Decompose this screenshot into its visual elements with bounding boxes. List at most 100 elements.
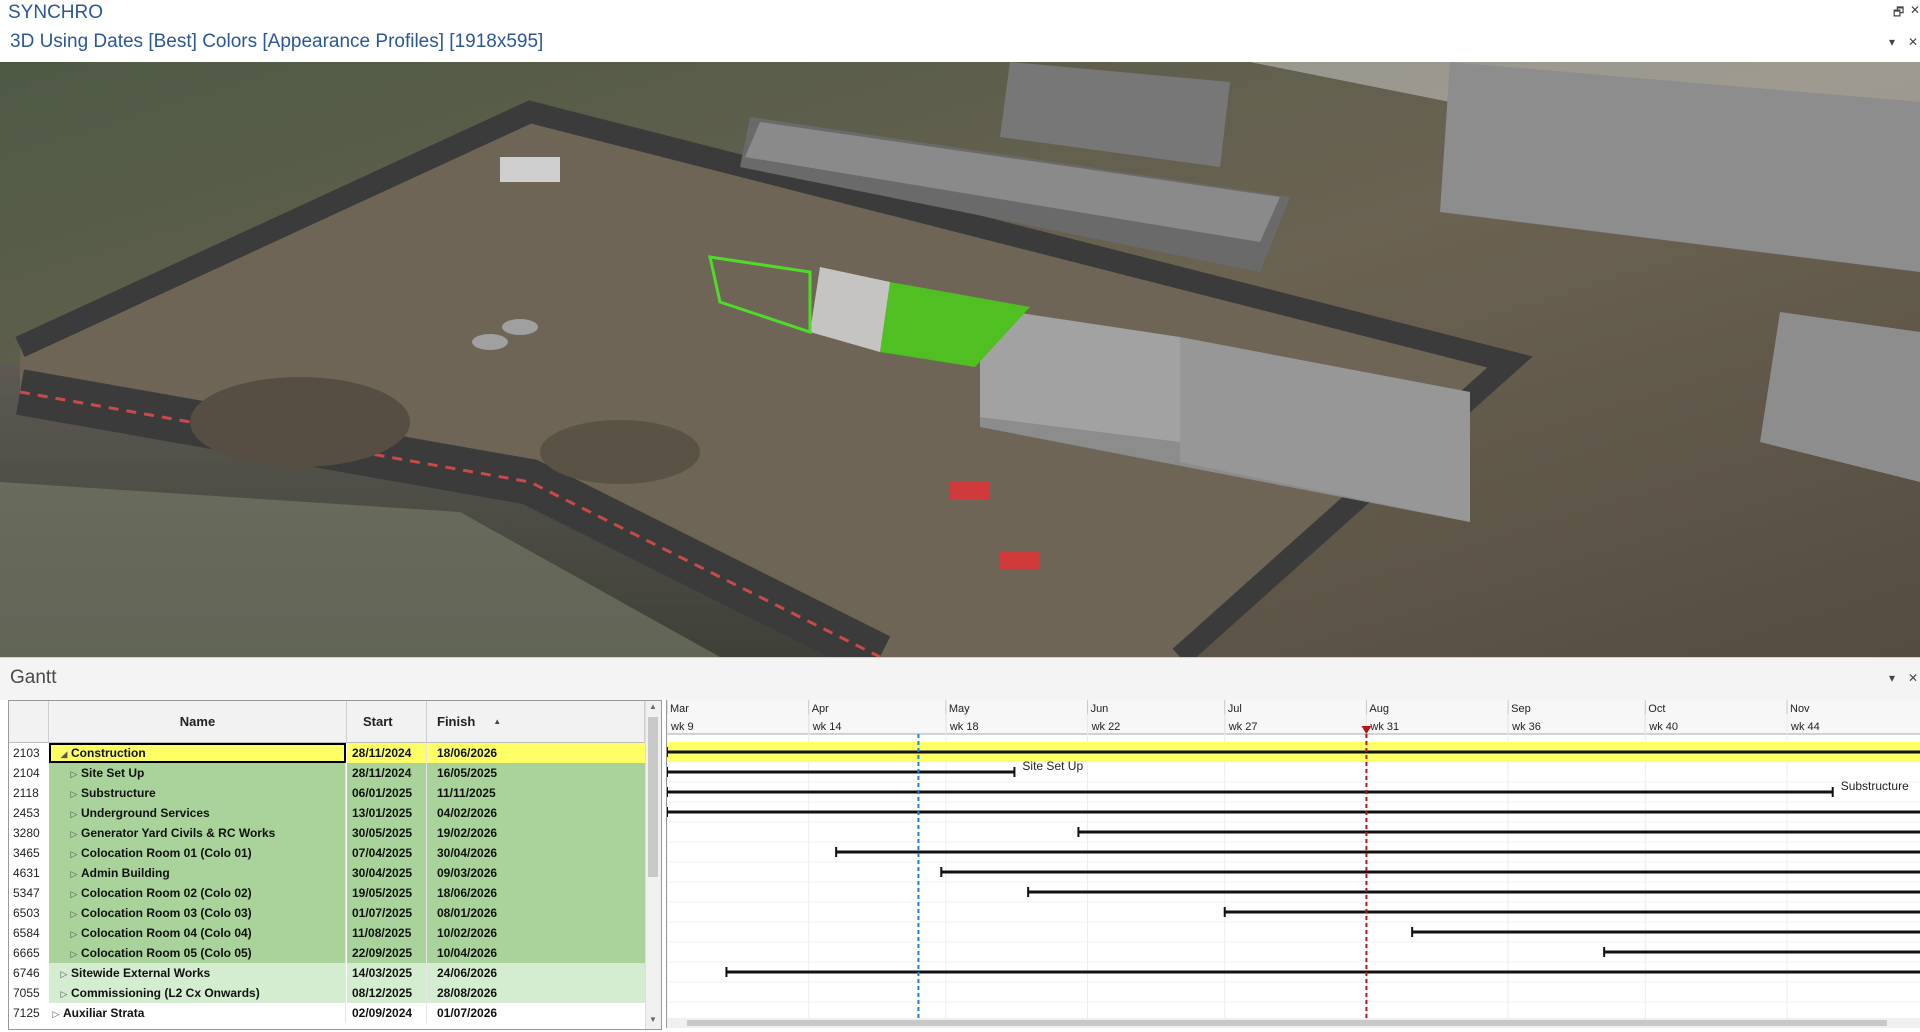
task-start: 30/04/2025 <box>347 863 427 883</box>
task-finish: 19/02/2026 <box>427 823 645 843</box>
task-id: 7055 <box>9 983 49 1003</box>
table-row[interactable]: 3465 ▷ Colocation Room 01 (Colo 01) 07/04/2… <box>9 843 645 863</box>
viewport-3d[interactable] <box>0 62 1920 657</box>
view3d-title: 3D Using Dates [Best] Colors [Appearance… <box>10 31 544 52</box>
task-name-cell[interactable]: ▷ Colocation Room 02 (Colo 02) <box>49 883 346 903</box>
sort-ascending-icon[interactable]: ▲ <box>493 717 501 726</box>
task-name-cell[interactable]: ▷ Underground Services <box>49 803 346 823</box>
task-name: Sitewide External Works <box>71 966 211 980</box>
task-start: 11/08/2025 <box>347 923 427 943</box>
gantt-title: Gantt <box>10 667 57 688</box>
task-start: 30/05/2025 <box>347 823 427 843</box>
task-id: 3280 <box>9 823 49 843</box>
week-label: wk 31 <box>1369 721 1399 733</box>
scroll-up-arrow-icon[interactable]: ▲ <box>649 702 657 711</box>
task-name-cell[interactable]: ▷ Colocation Room 04 (Colo 04) <box>49 923 346 943</box>
expand-triangle-icon[interactable]: ▷ <box>67 864 81 883</box>
expand-triangle-icon[interactable]: ▷ <box>57 964 71 983</box>
week-label: wk 27 <box>1228 721 1258 733</box>
expand-triangle-icon[interactable]: ▷ <box>67 944 81 963</box>
storage-tank-2 <box>502 319 538 335</box>
task-name-cell[interactable]: ◢ Construction <box>49 743 346 763</box>
table-row[interactable]: 3280 ▷ Generator Yard Civils & RC Works 30/… <box>9 823 645 843</box>
table-row[interactable]: 2104 ▷ Site Set Up 28/11/2024 16/05/2025 <box>9 763 645 783</box>
gantt-chart-svg[interactable]: MarAprMayJunJulAugSepOctNovDecJan 2026Fe… <box>667 700 1920 1028</box>
table-row[interactable]: 2103 ◢ Construction 28/11/2024 18/06/2026 <box>9 743 645 763</box>
task-name-cell[interactable]: ▷ Colocation Room 03 (Colo 03) <box>49 903 346 923</box>
table-row[interactable]: 2453 ▷ Underground Services 13/01/2025 04/02… <box>9 803 645 823</box>
expand-triangle-icon[interactable]: ▷ <box>57 984 71 1003</box>
table-row[interactable]: 6503 ▷ Colocation Room 03 (Colo 03) 01/07/2… <box>9 903 645 923</box>
scroll-down-arrow-icon[interactable]: ▼ <box>649 1015 657 1024</box>
table-row[interactable]: 5347 ▷ Colocation Room 02 (Colo 02) 19/05/2… <box>9 883 645 903</box>
month-label: Aug <box>1369 703 1389 715</box>
expand-triangle-icon[interactable]: ▷ <box>67 904 81 923</box>
task-finish: 16/05/2025 <box>427 763 645 783</box>
task-start: 01/07/2025 <box>347 903 427 923</box>
task-start: 28/11/2024 <box>347 763 427 783</box>
table-row[interactable]: 7125 ▷ Auxiliar Strata 02/09/2024 01/07/2026 <box>9 1003 645 1023</box>
table-row[interactable]: 2118 ▷ Substructure 06/01/2025 11/11/2025 <box>9 783 645 803</box>
task-start: 19/05/2025 <box>347 883 427 903</box>
restore-window-icon[interactable]: 🗗 <box>1893 3 1904 24</box>
week-label: wk 44 <box>1790 721 1820 733</box>
expand-triangle-icon[interactable]: ▷ <box>49 1004 63 1023</box>
task-start: 02/09/2024 <box>347 1003 427 1023</box>
task-grid: Name Start Finish ▲ 2103 ◢ Construction 28/… <box>8 700 662 1030</box>
site-cabin-red <box>1000 552 1040 570</box>
month-label: Apr <box>812 703 829 715</box>
task-start: 13/01/2025 <box>347 803 427 823</box>
expand-triangle-icon[interactable]: ▷ <box>67 804 81 823</box>
col-name-header[interactable]: Name <box>49 701 347 743</box>
excavation-pit-2 <box>540 420 700 484</box>
task-name-cell[interactable]: ▷ Generator Yard Civils & RC Works <box>49 823 346 843</box>
grid-vertical-scrollbar[interactable]: ▲ ▼ <box>645 701 661 1029</box>
view-menu-chevron-down-icon[interactable]: ▾ <box>1889 35 1895 49</box>
site-3d-scene[interactable] <box>0 62 1920 657</box>
expand-triangle-icon[interactable]: ▷ <box>67 764 81 783</box>
expand-triangle-icon[interactable]: ▷ <box>67 924 81 943</box>
gantt-chart[interactable]: MarAprMayJunJulAugSepOctNovDecJan 2026Fe… <box>666 700 1920 1028</box>
task-name: Site Set Up <box>81 766 145 780</box>
table-row[interactable]: 4631 ▷ Admin Building 30/04/2025 09/03/2026 <box>9 863 645 883</box>
gantt-header: Gantt ▾ ✕ <box>0 657 1920 700</box>
expand-triangle-icon[interactable]: ▷ <box>67 784 81 803</box>
task-name-cell[interactable]: ▷ Site Set Up <box>49 763 346 783</box>
task-name-cell[interactable]: ▷ Colocation Room 01 (Colo 01) <box>49 843 346 863</box>
gantt-menu-chevron-down-icon[interactable]: ▾ <box>1889 671 1895 685</box>
task-name-cell[interactable]: ▷ Commissioning (L2 Cx Onwards) <box>49 983 346 1003</box>
gantt-close-icon[interactable]: ✕ <box>1908 671 1918 685</box>
table-row[interactable]: 6746 ▷ Sitewide External Works 14/03/2025 24… <box>9 963 645 983</box>
col-start-header[interactable]: Start <box>347 701 427 743</box>
table-row[interactable]: 6584 ▷ Colocation Room 04 (Colo 04) 11/08/2… <box>9 923 645 943</box>
task-id: 3465 <box>9 843 49 863</box>
task-name-cell[interactable]: ▷ Colocation Room 05 (Colo 05) <box>49 943 346 963</box>
table-row[interactable]: 7055 ▷ Commissioning (L2 Cx Onwards) 08/12/… <box>9 983 645 1003</box>
close-icon[interactable]: ✕ <box>1910 3 1920 17</box>
task-finish: 30/04/2026 <box>427 843 645 863</box>
view-close-icon[interactable]: ✕ <box>1908 35 1918 49</box>
task-name-cell[interactable]: ▷ Substructure <box>49 783 346 803</box>
chart-scroll-thumb <box>687 1020 1887 1026</box>
task-finish: 10/04/2026 <box>427 943 645 963</box>
month-label: May <box>949 703 970 715</box>
expand-triangle-icon[interactable]: ▷ <box>67 824 81 843</box>
month-label: Mar <box>670 703 689 715</box>
week-label: wk 36 <box>1511 721 1541 733</box>
task-name-cell[interactable]: ▷ Admin Building <box>49 863 346 883</box>
table-row[interactable]: 6665 ▷ Colocation Room 05 (Colo 05) 22/09/2… <box>9 943 645 963</box>
task-name: Generator Yard Civils & RC Works <box>81 826 276 840</box>
task-name: Construction <box>71 746 146 760</box>
task-name-cell[interactable]: ▷ Auxiliar Strata <box>49 1003 346 1023</box>
task-id: 6746 <box>9 963 49 983</box>
grid-scroll-thumb[interactable] <box>648 717 658 877</box>
timeline-header-bg <box>667 700 1920 734</box>
expand-triangle-icon[interactable]: ◢ <box>57 744 71 763</box>
task-name-cell[interactable]: ▷ Sitewide External Works <box>49 963 346 983</box>
storage-tank <box>472 334 508 350</box>
expand-triangle-icon[interactable]: ▷ <box>67 844 81 863</box>
task-id: 2118 <box>9 783 49 803</box>
col-finish-header[interactable]: Finish ▲ <box>427 701 645 743</box>
app-title: SYNCHRO <box>8 2 104 23</box>
expand-triangle-icon[interactable]: ▷ <box>67 884 81 903</box>
